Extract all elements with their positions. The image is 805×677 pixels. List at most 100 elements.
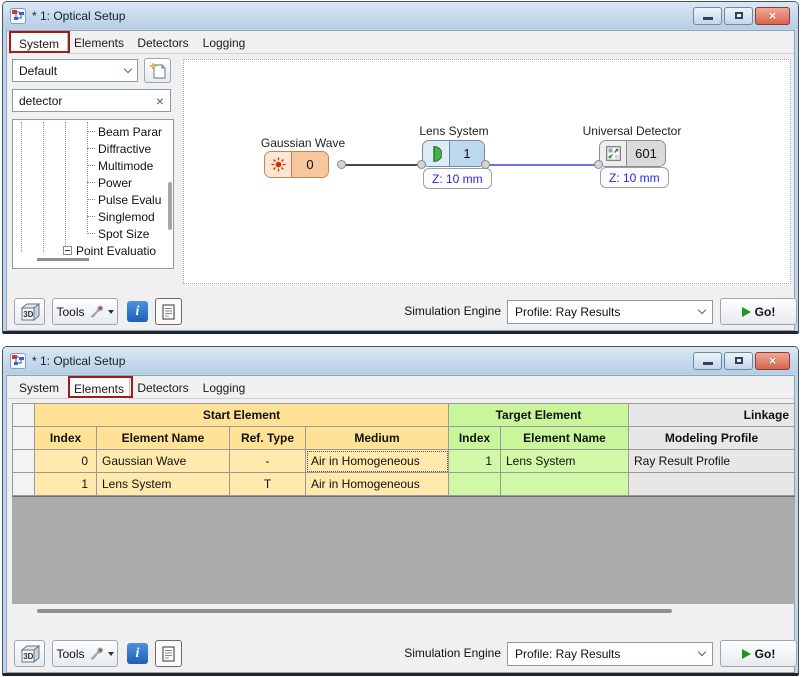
tree-item[interactable]: Diffractive [87,140,173,157]
column-header[interactable]: Ref. Type [230,427,306,450]
info-button[interactable]: i [127,301,148,322]
tree-item[interactable]: Beam Parar [87,123,173,140]
row-selector[interactable] [13,473,35,496]
window-body: System Elements Detectors Logging Defaul… [6,30,795,331]
row-selector[interactable] [13,450,35,473]
minimize-button[interactable] [693,352,722,370]
column-header[interactable]: Element Name [97,427,230,450]
tree-item[interactable]: Power [87,174,173,191]
window-title: * 1: Optical Setup [32,9,125,23]
go-button[interactable]: Go! [720,640,797,667]
tab-system[interactable]: System [10,32,68,54]
cell-target-index[interactable]: 1 [449,450,501,473]
tools-menu-button[interactable]: Tools [52,640,118,667]
titlebar[interactable]: * 1: Optical Setup × [3,2,798,29]
tab-system[interactable]: System [10,377,68,399]
input-port[interactable] [594,160,603,169]
column-header[interactable]: Index [35,427,97,450]
column-header[interactable]: Element Name [501,427,629,450]
go-button[interactable]: Go! [720,298,797,325]
show-3d-view-button[interactable]: 3D [14,640,45,667]
tab-elements[interactable]: Elements [68,377,130,399]
cell-medium[interactable]: Air in Homogeneous [306,473,449,496]
output-port[interactable] [337,160,346,169]
column-header[interactable]: Modeling Profile [629,427,795,450]
simulation-engine-dropdown[interactable]: Profile: Ray Results [507,300,713,324]
show-3d-view-button[interactable]: 3D [14,298,45,325]
table-horizontal-scrollbar[interactable] [12,609,795,614]
node-gaussian-wave[interactable]: 0 [264,151,329,178]
collapse-icon[interactable] [63,246,72,255]
restore-button[interactable] [724,7,753,25]
connection-line-lens-detector[interactable] [486,164,600,166]
titlebar[interactable]: * 1: Optical Setup × [3,347,798,374]
tree-item[interactable]: Spot Size [87,225,173,242]
cell-ref-type[interactable]: T [230,473,306,496]
column-header[interactable]: Index [449,427,501,450]
node-lens-system[interactable]: 1 [422,140,485,167]
minimize-button[interactable] [693,7,722,25]
cell-start-index[interactable]: 1 [35,473,97,496]
optical-setup-icon [10,353,26,369]
cell-target-element-name[interactable] [501,473,629,496]
node-index: 1 [450,141,484,166]
preset-dropdown[interactable]: Default [12,59,138,82]
node-universal-detector[interactable]: 601 [599,140,666,167]
info-button[interactable]: i [127,643,148,664]
clear-search-icon[interactable]: × [156,94,164,108]
tree-item[interactable]: Pulse Evalu [87,191,173,208]
tree-branch-point-evaluation[interactable]: Point Evaluatio [63,242,173,259]
close-button[interactable]: × [755,7,790,25]
tab-elements[interactable]: Elements [68,32,130,54]
z-position-badge: Z: 10 mm [600,167,669,188]
group-header-linkage: Linkage [629,404,795,427]
log-report-button[interactable] [155,298,182,325]
z-position-badge: Z: 10 mm [423,168,492,189]
connection-line-source-lens[interactable] [342,164,423,166]
cell-target-element-name[interactable]: Lens System [501,450,629,473]
column-header[interactable]: Medium [306,427,449,450]
minimize-icon [703,17,713,20]
tab-detectors[interactable]: Detectors [130,32,196,54]
restore-button[interactable] [724,352,753,370]
chevron-down-icon [698,306,706,314]
input-port[interactable] [417,160,426,169]
new-preset-button[interactable] [144,58,171,83]
cell-start-element-name[interactable]: Lens System [97,473,230,496]
search-input[interactable]: detector × [12,89,171,112]
cell-modeling-profile[interactable] [629,473,795,496]
scrollbar-thumb[interactable] [37,609,672,613]
cube-3d-icon: 3D [19,302,41,322]
cell-target-index[interactable] [449,473,501,496]
document-icon [162,646,175,662]
tools-icon [89,646,104,662]
tools-menu-button[interactable]: Tools [52,298,118,325]
cell-ref-type[interactable]: - [230,450,306,473]
output-port[interactable] [481,160,490,169]
cell-start-element-name[interactable]: Gaussian Wave [97,450,230,473]
tab-strip: System Elements Detectors Logging [7,376,794,399]
tab-detectors[interactable]: Detectors [130,377,196,399]
bottom-toolbar: 3D Tools i [7,292,794,330]
corner-cell [13,404,35,427]
tree-vertical-scrollbar[interactable] [168,182,172,230]
tree-item[interactable]: Multimode [87,157,173,174]
tab-logging[interactable]: Logging [196,32,252,54]
tab-strip: System Elements Detectors Logging [7,31,794,54]
optical-setup-canvas[interactable]: Gaussian Wave 0 Lens System [183,59,791,284]
cell-medium[interactable]: Air in Homogeneous [306,450,449,473]
cell-start-index[interactable]: 0 [35,450,97,473]
optical-setup-window-elements: * 1: Optical Setup × System Elements Det… [2,346,799,676]
chevron-down-icon [698,648,706,656]
tree-horizontal-scrollbar[interactable] [37,258,89,261]
tree-item[interactable]: Singlemod [87,208,173,225]
log-report-button[interactable] [155,640,182,667]
optical-setup-icon [10,8,26,24]
close-button[interactable]: × [755,352,790,370]
play-icon [742,307,751,317]
restore-icon [735,12,743,19]
node-label: Lens System [389,124,519,138]
tab-logging[interactable]: Logging [196,377,252,399]
simulation-engine-dropdown[interactable]: Profile: Ray Results [507,642,713,666]
cell-modeling-profile[interactable]: Ray Result Profile [629,450,795,473]
